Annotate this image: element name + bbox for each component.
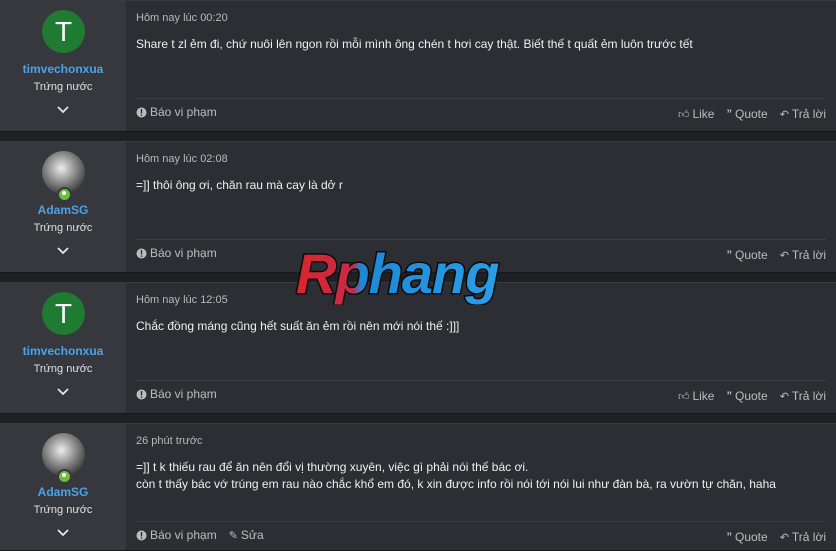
reply-icon: ↶ bbox=[779, 108, 789, 121]
post-content: 26 phút trước =]] t k thiếu rau để ăn nê… bbox=[136, 424, 826, 550]
quote-icon: ” bbox=[726, 390, 732, 402]
report-icon bbox=[136, 107, 147, 117]
message-line: =]] thôi ông ơi, chăn rau mà cay là dở r bbox=[136, 178, 343, 192]
pencil-icon: ✎ bbox=[228, 529, 238, 542]
post-footer: Báo vi phạm ” Quote ↶ Trả lời bbox=[136, 239, 826, 262]
quote-label: Quote bbox=[734, 248, 768, 262]
reply-icon: ↶ bbox=[779, 390, 789, 403]
quote-label: Quote bbox=[734, 530, 768, 544]
reply-button[interactable]: ↶ Trả lời bbox=[780, 389, 826, 403]
user-title: Trứng nước bbox=[33, 363, 93, 375]
chevron-down-icon[interactable] bbox=[57, 247, 69, 255]
user-title: Trứng nước bbox=[33, 504, 93, 516]
thumbs-up-icon: 👍︎ bbox=[677, 108, 690, 121]
post: T timvechonxua Trứng nước Hôm nay lúc 12… bbox=[0, 282, 836, 414]
post: AdamSG Trứng nước 26 phút trước =]] t k … bbox=[0, 423, 836, 551]
edit-label: Sửa bbox=[240, 528, 264, 542]
post-content: Hôm nay lúc 12:05 Chắc đồng máng cũng hế… bbox=[136, 283, 826, 413]
online-status-icon bbox=[57, 469, 72, 484]
like-button[interactable]: 👍︎ Like bbox=[678, 107, 715, 121]
like-label: Like bbox=[692, 389, 715, 403]
report-label: Báo vi phạm bbox=[150, 387, 217, 401]
username[interactable]: AdamSG bbox=[0, 485, 126, 499]
user-panel: T timvechonxua Trứng nước bbox=[0, 283, 127, 413]
username[interactable]: timvechonxua bbox=[0, 62, 126, 76]
post-footer: Báo vi phạm ✎ Sửa ” Quote ↶ Trả lời bbox=[136, 521, 826, 544]
report-button[interactable]: Báo vi phạm bbox=[136, 105, 217, 119]
post: T timvechonxua Trứng nước Hôm nay lúc 00… bbox=[0, 0, 836, 132]
quote-label: Quote bbox=[734, 389, 768, 403]
like-button[interactable]: 👍︎ Like bbox=[678, 389, 715, 403]
reply-icon: ↶ bbox=[779, 249, 789, 262]
post-content: Hôm nay lúc 02:08 =]] thôi ông ơi, chăn … bbox=[136, 142, 826, 272]
user-panel: AdamSG Trứng nước bbox=[0, 142, 127, 272]
user-panel: AdamSG Trứng nước bbox=[0, 424, 127, 550]
message-line: còn t thấy bác vớ trúng em rau nào chắc … bbox=[136, 477, 776, 491]
reply-label: Trả lời bbox=[791, 248, 826, 262]
post: AdamSG Trứng nước Hôm nay lúc 02:08 =]] … bbox=[0, 141, 836, 273]
username[interactable]: timvechonxua bbox=[0, 344, 126, 358]
message-line: Share t zl ẻm đi, chứ nuôi lên ngon rồi … bbox=[136, 37, 693, 51]
chevron-down-icon[interactable] bbox=[57, 529, 69, 537]
user-title: Trứng nước bbox=[33, 222, 93, 234]
reply-button[interactable]: ↶ Trả lời bbox=[780, 107, 826, 121]
report-button[interactable]: Báo vi phạm bbox=[136, 246, 217, 260]
thumbs-up-icon: 👍︎ bbox=[677, 390, 690, 403]
post-message: Chắc đồng máng cũng hết suất ăn ẻm rồi n… bbox=[136, 318, 459, 335]
reply-label: Trả lời bbox=[791, 530, 826, 544]
quote-icon: ” bbox=[726, 249, 732, 261]
chevron-down-icon[interactable] bbox=[57, 388, 69, 396]
post-footer: Báo vi phạm 👍︎ Like ” Quote ↶ Trả lời bbox=[136, 380, 826, 403]
online-status-icon bbox=[57, 187, 72, 202]
post-message: =]] t k thiếu rau để ăn nên đổi vị thườn… bbox=[136, 459, 776, 493]
chevron-down-icon[interactable] bbox=[57, 106, 69, 114]
quote-button[interactable]: ” Quote bbox=[726, 530, 767, 544]
reply-button[interactable]: ↶ Trả lời bbox=[780, 248, 826, 262]
reply-button[interactable]: ↶ Trả lời bbox=[780, 530, 826, 544]
report-label: Báo vi phạm bbox=[150, 246, 217, 260]
post-message: Share t zl ẻm đi, chứ nuôi lên ngon rồi … bbox=[136, 36, 693, 53]
quote-label: Quote bbox=[734, 107, 768, 121]
quote-icon: ” bbox=[726, 531, 732, 543]
message-line: Chắc đồng máng cũng hết suất ăn ẻm rồi n… bbox=[136, 319, 460, 333]
report-button[interactable]: Báo vi phạm bbox=[136, 528, 217, 542]
post-message: =]] thôi ông ơi, chăn rau mà cay là dở r bbox=[136, 177, 343, 194]
like-label: Like bbox=[692, 107, 715, 121]
report-label: Báo vi phạm bbox=[150, 105, 217, 119]
post-time[interactable]: Hôm nay lúc 00:20 bbox=[136, 12, 228, 24]
report-label: Báo vi phạm bbox=[150, 528, 217, 542]
reply-label: Trả lời bbox=[791, 107, 826, 121]
reply-label: Trả lời bbox=[791, 389, 826, 403]
report-button[interactable]: Báo vi phạm bbox=[136, 387, 217, 401]
quote-icon: ” bbox=[726, 108, 732, 120]
report-icon bbox=[136, 389, 147, 399]
quote-button[interactable]: ” Quote bbox=[726, 389, 767, 403]
reply-icon: ↶ bbox=[779, 531, 789, 544]
report-icon bbox=[136, 530, 147, 540]
report-icon bbox=[136, 248, 147, 258]
user-title: Trứng nước bbox=[33, 81, 93, 93]
edit-button[interactable]: ✎ Sửa bbox=[229, 528, 264, 542]
message-line: =]] t k thiếu rau để ăn nên đổi vị thườn… bbox=[136, 460, 529, 474]
post-time[interactable]: 26 phút trước bbox=[136, 435, 203, 447]
avatar[interactable]: T bbox=[42, 10, 85, 53]
post-content: Hôm nay lúc 00:20 Share t zl ẻm đi, chứ … bbox=[136, 1, 826, 131]
username[interactable]: AdamSG bbox=[0, 203, 126, 217]
avatar[interactable]: T bbox=[42, 292, 85, 335]
post-time[interactable]: Hôm nay lúc 02:08 bbox=[136, 153, 228, 165]
quote-button[interactable]: ” Quote bbox=[726, 248, 767, 262]
post-time[interactable]: Hôm nay lúc 12:05 bbox=[136, 294, 228, 306]
post-footer: Báo vi phạm 👍︎ Like ” Quote ↶ Trả lời bbox=[136, 98, 826, 121]
user-panel: T timvechonxua Trứng nước bbox=[0, 1, 127, 131]
quote-button[interactable]: ” Quote bbox=[726, 107, 767, 121]
